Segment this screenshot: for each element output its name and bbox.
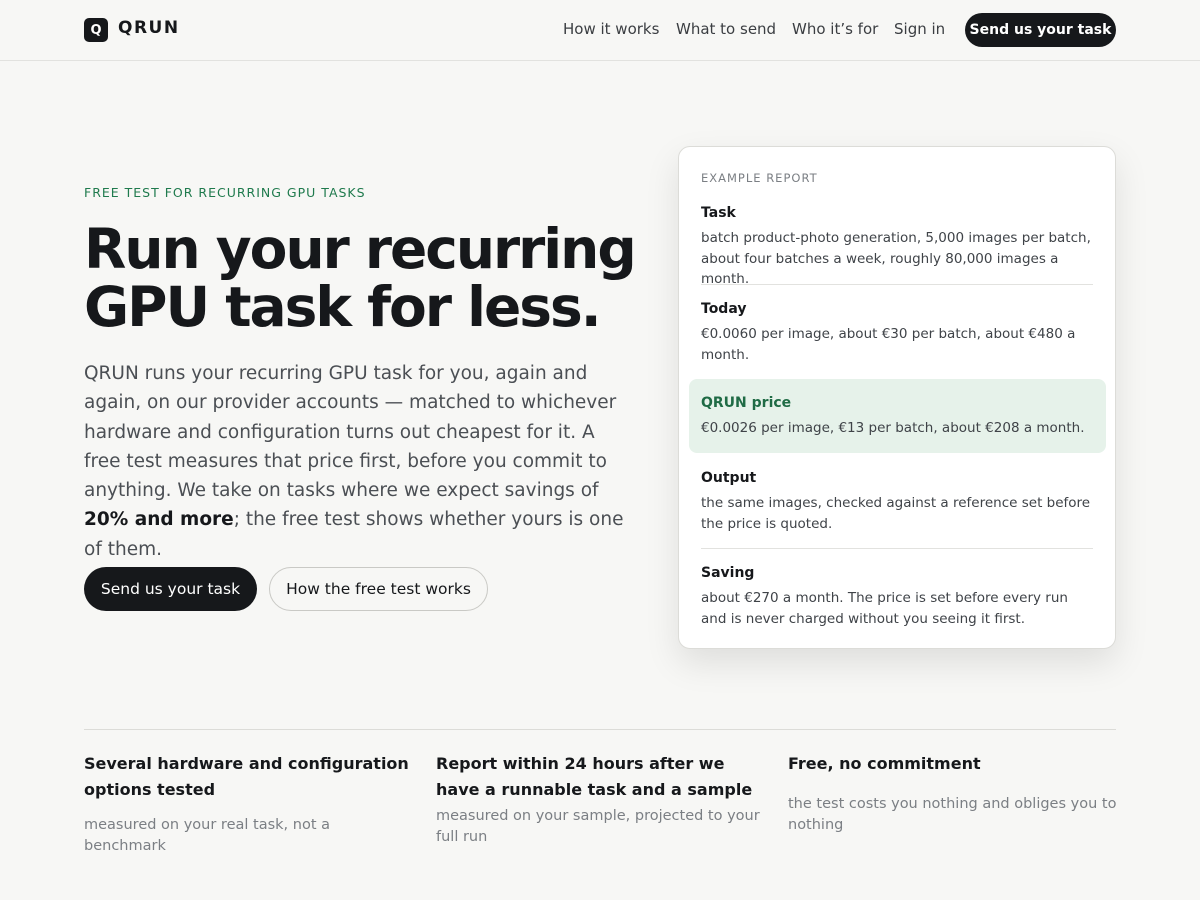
- lead-text-start: QRUN runs your recurring GPU task for yo…: [84, 363, 617, 502]
- report-section-task: Task batch product-photo generation, 5,0…: [701, 205, 1095, 290]
- nav-what-to-send[interactable]: What to send: [676, 20, 776, 38]
- section-title: Output: [701, 470, 757, 486]
- section-body: €0.0026 per image, €13 per batch, about …: [701, 420, 1085, 436]
- section-body: batch product-photo generation, 5,000 im…: [701, 230, 1091, 287]
- report-section-saving: Saving about €270 a month. The price is …: [701, 565, 1095, 629]
- report-section-output: Output the same images, checked against …: [701, 470, 1095, 534]
- nav-sign-in[interactable]: Sign in: [894, 20, 945, 38]
- feature-desc: measured on your real task, not a benchm…: [84, 817, 331, 854]
- headline-line-1: Run your recurring: [84, 217, 637, 281]
- nav-who-its-for[interactable]: Who it’s for: [792, 20, 878, 38]
- report-section-today: Today €0.0060 per image, about €30 per b…: [701, 301, 1095, 365]
- feature-free-no-commitment: Free, no commitment the test costs you n…: [788, 751, 1118, 836]
- feature-report-24h: Report within 24 hours after we have a r…: [436, 751, 766, 848]
- section-title: Saving: [701, 565, 755, 581]
- section-body: the same images, checked against a refer…: [701, 495, 1091, 532]
- report-section-qrun-price: QRUN price €0.0026 per image, €13 per ba…: [701, 395, 1095, 439]
- brand-name[interactable]: QRUN: [118, 18, 180, 38]
- section-title: QRUN price: [701, 395, 792, 411]
- feature-title: Several hardware and configuration optio…: [84, 754, 409, 799]
- feature-desc: measured on your sample, projected to yo…: [436, 808, 760, 845]
- feature-options-tested: Several hardware and configuration optio…: [84, 751, 414, 857]
- section-body: €0.0060 per image, about €30 per batch, …: [701, 326, 1076, 363]
- site-header: Q QRUN How it works What to send Who it’…: [0, 0, 1200, 61]
- nav-how-it-works[interactable]: How it works: [563, 20, 659, 38]
- report-label: EXAMPLE REPORT: [701, 171, 818, 185]
- section-body: about €270 a month. The price is set bef…: [701, 590, 1068, 627]
- example-report-card: EXAMPLE REPORT Task batch product-photo …: [678, 146, 1116, 649]
- lead-savings-highlight: 20% and more: [84, 509, 234, 531]
- send-task-button[interactable]: Send us your task: [84, 567, 257, 611]
- headline-line-2: GPU task for less.: [84, 275, 602, 339]
- feature-title: Report within 24 hours after we have a r…: [436, 754, 753, 799]
- section-title: Today: [701, 301, 747, 317]
- feature-title: Free, no commitment: [788, 754, 981, 773]
- report-divider: [701, 284, 1093, 285]
- hero-headline: Run your recurring GPU task for less.: [84, 220, 644, 336]
- report-highlight-qrun-price: QRUN price €0.0026 per image, €13 per ba…: [689, 379, 1106, 453]
- features-divider: [84, 729, 1116, 730]
- feature-desc: the test costs you nothing and obliges y…: [788, 796, 1117, 833]
- hero-lead: QRUN runs your recurring GPU task for yo…: [84, 359, 629, 564]
- report-divider: [701, 548, 1093, 549]
- how-free-test-works-button[interactable]: How the free test works: [269, 567, 488, 611]
- logo-icon[interactable]: Q: [84, 18, 108, 42]
- header-send-task-button[interactable]: Send us your task: [965, 13, 1116, 47]
- section-title: Task: [701, 205, 736, 221]
- hero-eyebrow: FREE TEST FOR RECURRING GPU TASKS: [84, 185, 366, 200]
